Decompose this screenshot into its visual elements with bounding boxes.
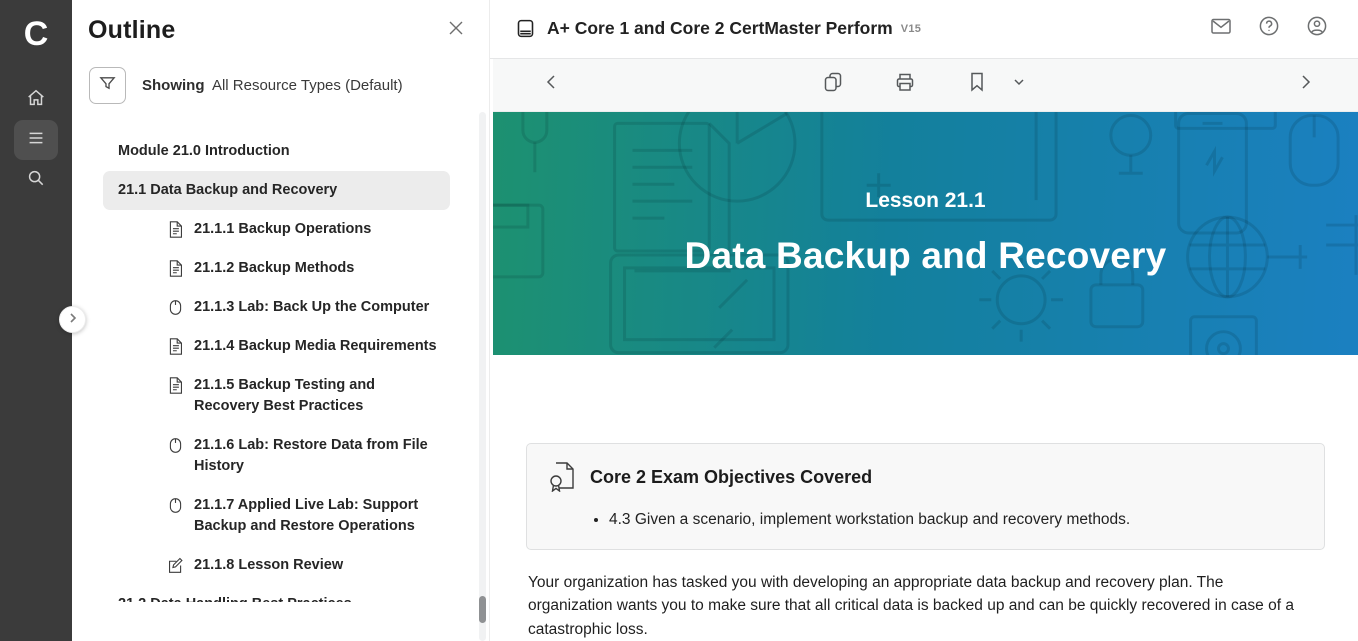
filter-value[interactable]: All Resource Types (Default) xyxy=(212,77,403,94)
tech-doodle-pattern xyxy=(493,112,1358,355)
course-header: A+ Core 1 and Core 2 CertMaster Perform … xyxy=(490,0,1358,59)
bookmark-icon xyxy=(965,70,989,99)
mail-icon xyxy=(1209,14,1233,43)
outline-item-label: 21.1.7 Applied Live Lab: Support Backup … xyxy=(194,495,440,537)
filter-showing-label: Showing xyxy=(142,77,205,94)
document-icon xyxy=(167,220,184,239)
outline-item-label: Module 21.0 Introduction xyxy=(118,141,290,162)
chevron-left-icon xyxy=(543,73,561,96)
outline-item-label: 21.1.6 Lab: Restore Data from File Histo… xyxy=(194,435,440,477)
main-area: A+ Core 1 and Core 2 CertMaster Perform … xyxy=(490,0,1358,641)
outline-item-label: 21.1.3 Lab: Back Up the Computer xyxy=(194,297,429,318)
search-button[interactable] xyxy=(14,160,58,200)
outline-item[interactable]: 21.1.6 Lab: Restore Data from File Histo… xyxy=(103,426,450,486)
outline-item-label: 21.1.2 Backup Methods xyxy=(194,258,354,279)
lesson-hero-banner: Lesson 21.1 Data Backup and Recovery xyxy=(493,112,1358,355)
copy-button[interactable] xyxy=(816,68,850,102)
outline-item[interactable]: 21.1.4 Backup Media Requirements xyxy=(103,327,450,366)
panel-expand-button[interactable] xyxy=(59,306,86,333)
lab-mouse-icon xyxy=(167,298,184,317)
document-icon xyxy=(167,259,184,278)
lesson-title: Data Backup and Recovery xyxy=(685,235,1167,277)
previous-page-button[interactable] xyxy=(535,68,569,102)
lesson-content: Core 2 Exam Objectives Covered 4.3 Given… xyxy=(493,355,1358,641)
outline-item[interactable]: 21.1.2 Backup Methods xyxy=(103,249,450,288)
outline-panel-title: Outline xyxy=(88,16,176,45)
search-icon xyxy=(25,167,47,194)
lesson-toolbar xyxy=(493,59,1358,112)
copy-icon xyxy=(821,70,845,99)
lab-mouse-icon xyxy=(167,436,184,455)
outline-item[interactable]: 21.1.3 Lab: Back Up the Computer xyxy=(103,288,450,327)
outline-item-label: 21.1.4 Backup Media Requirements xyxy=(194,336,437,357)
menu-icon xyxy=(25,127,47,154)
app: C Outline xyxy=(0,0,1358,641)
outline-list: Module 21.0 Introduction 21.1 Data Backup… xyxy=(103,132,450,602)
certificate-icon xyxy=(547,459,577,497)
bookmark-menu-button[interactable] xyxy=(1002,68,1036,102)
outline-item[interactable]: 21.2 Data Handling Best Practices xyxy=(103,585,450,602)
outline-item[interactable]: 21.1 Data Backup and Recovery xyxy=(103,171,450,210)
document-icon xyxy=(167,376,184,395)
outline-item-label: 21.1.1 Backup Operations xyxy=(194,219,371,240)
chevron-down-icon xyxy=(1012,75,1026,94)
objectives-title: Core 2 Exam Objectives Covered xyxy=(590,467,872,488)
next-page-button[interactable] xyxy=(1288,68,1322,102)
objective-item: 4.3 Given a scenario, implement workstat… xyxy=(609,509,1304,531)
book-icon xyxy=(515,18,536,39)
printer-icon xyxy=(893,70,917,99)
outline-item: Module 21.0 Introduction xyxy=(103,132,450,171)
home-button[interactable] xyxy=(14,80,58,120)
chevron-right-icon xyxy=(67,311,79,329)
outline-scrollbar-track xyxy=(479,112,486,641)
course-title: A+ Core 1 and Core 2 CertMaster Perform xyxy=(547,18,893,39)
lesson-review-icon xyxy=(167,556,184,575)
outline-panel: Outline Showing All Resource Types (Defa… xyxy=(72,0,490,641)
outline-item[interactable]: 21.1.1 Backup Operations xyxy=(103,210,450,249)
close-outline-button[interactable] xyxy=(443,18,469,44)
outline-item-label: 21.1.8 Lesson Review xyxy=(194,555,343,576)
outline-item-label: 21.1 Data Backup and Recovery xyxy=(118,180,337,201)
outline-item[interactable]: 21.1.5 Backup Testing and Recovery Best … xyxy=(103,366,450,426)
messages-button[interactable] xyxy=(1208,16,1234,42)
objectives-list: 4.3 Given a scenario, implement workstat… xyxy=(609,509,1304,531)
help-icon xyxy=(1257,14,1281,43)
document-icon xyxy=(167,337,184,356)
exam-objectives-box: Core 2 Exam Objectives Covered 4.3 Given… xyxy=(526,443,1325,550)
chevron-right-icon xyxy=(1296,73,1314,96)
filter-button[interactable] xyxy=(89,67,126,104)
account-button[interactable] xyxy=(1304,16,1330,42)
outline-item[interactable]: 21.1.7 Applied Live Lab: Support Backup … xyxy=(103,486,450,546)
course-version: V15 xyxy=(901,23,921,35)
outline-toggle-button[interactable] xyxy=(14,120,58,160)
profile-icon xyxy=(1305,14,1329,43)
lesson-number: Lesson 21.1 xyxy=(865,189,985,213)
outline-item-label: 21.2 Data Handling Best Practices xyxy=(118,594,352,602)
filter-funnel-icon xyxy=(98,74,117,98)
lesson-paragraph: Your organization has tasked you with de… xyxy=(528,571,1310,641)
outline-item[interactable]: 21.1.8 Lesson Review xyxy=(103,546,450,585)
bookmark-button[interactable] xyxy=(960,68,994,102)
outline-scrollbar-thumb[interactable] xyxy=(479,596,486,623)
print-button[interactable] xyxy=(888,68,922,102)
help-button[interactable] xyxy=(1256,16,1282,42)
close-icon xyxy=(446,18,466,43)
home-icon xyxy=(25,87,47,114)
lab-mouse-icon xyxy=(167,496,184,515)
comptia-logo[interactable]: C xyxy=(24,8,49,60)
outline-item-label: 21.1.5 Backup Testing and Recovery Best … xyxy=(194,375,440,417)
